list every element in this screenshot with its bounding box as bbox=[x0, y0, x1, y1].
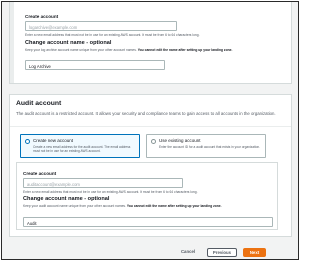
setup-window: Create account logarchive@example.com En… bbox=[1, 1, 299, 260]
audit-account-details: Create account auditaccount@example.com … bbox=[16, 162, 278, 230]
option-use-existing-desc: Enter the account ID for a audit account… bbox=[159, 144, 260, 149]
panel-shade bbox=[10, 2, 14, 83]
log-archive-create-account-label: Create account bbox=[25, 14, 59, 19]
audit-title: Audit account bbox=[16, 100, 62, 107]
log-archive-name-label: Change account name - optional bbox=[25, 40, 112, 46]
log-archive-email-field[interactable]: logarchive@example.com bbox=[25, 21, 177, 31]
audit-name-field[interactable]: Audit bbox=[23, 217, 273, 227]
option-create-new-title: Create new account bbox=[33, 138, 74, 143]
option-create-new-account[interactable]: Create new account Create a new email ad… bbox=[20, 134, 140, 158]
radio-create-new-selected[interactable] bbox=[25, 138, 30, 144]
radio-use-existing[interactable] bbox=[151, 138, 156, 144]
audit-description: The audit account is a restricted accoun… bbox=[16, 111, 276, 116]
audit-name-hint: Keep your audit account name unique from… bbox=[23, 204, 222, 208]
audit-create-account-label: Create account bbox=[23, 171, 57, 176]
log-archive-name-hint: Keep your log archive account name uniqu… bbox=[25, 48, 233, 52]
audit-header: Audit account The audit account is a res… bbox=[10, 95, 291, 127]
option-use-existing-account[interactable]: Use existing account Enter the account I… bbox=[146, 134, 266, 158]
cancel-button[interactable]: Cancel bbox=[177, 248, 199, 257]
next-button[interactable]: Next bbox=[243, 248, 266, 257]
audit-email-hint: Enter a new email address that must not … bbox=[23, 190, 198, 194]
log-archive-email-hint: Enter a new email address that must not … bbox=[25, 33, 200, 37]
previous-button[interactable]: Previous bbox=[207, 248, 237, 257]
audit-email-field[interactable]: auditaccount@example.com bbox=[23, 178, 183, 188]
audit-account-panel: Audit account The audit account is a res… bbox=[9, 94, 292, 237]
option-create-new-desc: Create a new email address for the audit… bbox=[33, 144, 131, 153]
log-archive-name-field[interactable]: Log Archive bbox=[25, 60, 165, 70]
option-use-existing-title: Use existing account bbox=[159, 138, 201, 143]
log-archive-panel: Create account logarchive@example.com En… bbox=[9, 2, 292, 84]
audit-name-label: Change account name - optional bbox=[23, 196, 110, 202]
